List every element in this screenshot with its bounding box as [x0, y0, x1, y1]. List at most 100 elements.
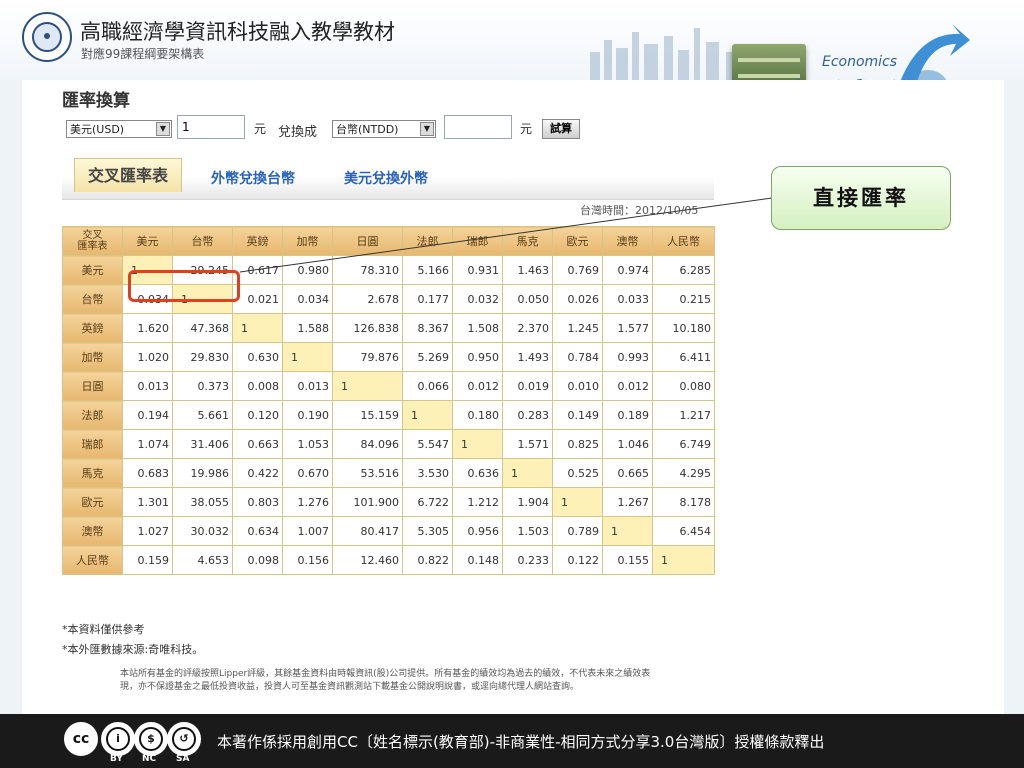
rate-cell: 0.665 — [602, 458, 653, 488]
chevron-down-icon: ▼ — [420, 122, 434, 136]
direct-rate-highlight — [128, 270, 240, 302]
rate-cell: 78.310 — [332, 255, 403, 285]
rate-cell: 1 — [602, 516, 653, 546]
column-header: 日圓 — [332, 226, 403, 256]
rate-cell: 6.411 — [652, 342, 715, 372]
table-row: 加幣 1.020 29.830 0.630 1 79.876 5.269 0.950 1.493… — [62, 342, 715, 372]
table-row: 英鎊 1.620 47.368 1 1.588 126.838 8.367 1.508 2.37… — [62, 313, 715, 343]
rate-cell: 0.803 — [232, 487, 283, 517]
rate-cell: 1.074 — [122, 429, 173, 459]
rate-cell: 0.634 — [232, 516, 283, 546]
rate-cell: 79.876 — [332, 342, 403, 372]
rate-cell: 0.034 — [282, 284, 333, 314]
rate-cell: 1 — [652, 545, 715, 575]
result-unit-label: 元 — [520, 122, 533, 136]
rate-cell: 8.178 — [652, 487, 715, 517]
rate-cell: 6.749 — [652, 429, 715, 459]
rate-cell: 0.974 — [602, 255, 653, 285]
cc-icon: cc — [64, 722, 98, 756]
rate-cell: 53.516 — [332, 458, 403, 488]
rate-cell: 0.789 — [552, 516, 603, 546]
rate-cell: 126.838 — [332, 313, 403, 343]
rate-cell: 0.155 — [602, 545, 653, 575]
rate-cell: 1 — [282, 342, 333, 372]
rate-cell: 0.013 — [282, 371, 333, 401]
rate-cell: 47.368 — [172, 313, 233, 343]
rate-cell: 1.276 — [282, 487, 333, 517]
fund-disclaimer: 本站所有基金的評級按照Lipper評級，其餘基金資料由時報資訊(股)公司提供。所… — [120, 669, 651, 692]
rate-cell: 0.980 — [282, 255, 333, 285]
rate-cell: 0.822 — [402, 545, 453, 575]
amount-unit-label: 元 — [254, 122, 267, 136]
rate-cell: 0.177 — [402, 284, 453, 314]
result-input[interactable] — [444, 115, 512, 139]
rate-cell: 1.027 — [122, 516, 173, 546]
rate-cell: 80.417 — [332, 516, 403, 546]
rate-cell: 0.033 — [602, 284, 653, 314]
rate-cell: 1 — [502, 458, 553, 488]
rate-cell: 1.571 — [502, 429, 553, 459]
to-currency-value: 台幣(NTDD) — [336, 123, 399, 136]
tab-usd-to-foreign[interactable]: 美元兌換外幣 — [344, 168, 428, 188]
rate-cell: 0.670 — [282, 458, 333, 488]
rate-cell: 0.769 — [552, 255, 603, 285]
calculate-button[interactable]: 試算 — [542, 119, 580, 139]
from-currency-value: 美元(USD) — [70, 123, 125, 136]
rate-cell: 0.010 — [552, 371, 603, 401]
rate-cell: 1.463 — [502, 255, 553, 285]
rate-cell: 0.617 — [232, 255, 283, 285]
row-header: 英鎊 — [62, 313, 123, 343]
ministry-seal-icon — [22, 12, 72, 62]
rate-cell: 2.370 — [502, 313, 553, 343]
column-header: 台幣 — [172, 226, 233, 256]
table-row: 馬克 0.683 19.986 0.422 0.670 53.516 3.530 0.636 1… — [62, 458, 715, 488]
rate-cell: 1.046 — [602, 429, 653, 459]
rate-cell: 15.159 — [332, 400, 403, 430]
taiwan-time-label: 台灣時間：2012/10/05 — [580, 204, 699, 217]
rate-cell: 0.233 — [502, 545, 553, 575]
rate-cell: 30.032 — [172, 516, 233, 546]
rate-cell: 0.019 — [502, 371, 553, 401]
column-header: 法郎 — [402, 226, 453, 256]
amount-value: 1 — [182, 120, 190, 134]
header-banner: 高職經濟學資訊科技融入教學教材 對應99課程綱要架構表 Economics 經濟… — [0, 0, 1024, 128]
rate-cell: 0.189 — [602, 400, 653, 430]
page-subtitle: 對應99課程綱要架構表 — [81, 47, 205, 61]
converter-title: 匯率換算 — [62, 91, 130, 111]
rate-cell: 0.026 — [552, 284, 603, 314]
rate-cell: 1 — [552, 487, 603, 517]
license-footer: cc i BY $ NC ↺ SA 本著作係採用創用CC〔姓名標示(教育部)-非… — [0, 714, 1024, 768]
rate-cell: 0.993 — [602, 342, 653, 372]
non-commercial-icon: $ — [134, 722, 168, 756]
rate-cell: 0.180 — [452, 400, 503, 430]
table-header-row: 交叉 匯率表 美元 台幣 英鎊 加幣 日圓 法郎 瑞郎 馬克 歐元 澳幣 人民幣 — [62, 226, 715, 256]
row-header: 台幣 — [62, 284, 123, 314]
rate-cell: 84.096 — [332, 429, 403, 459]
column-header: 加幣 — [282, 226, 333, 256]
rate-cell: 1 — [232, 313, 283, 343]
column-header: 人民幣 — [652, 226, 715, 256]
rate-cell: 1.245 — [552, 313, 603, 343]
table-row: 人民幣 0.159 4.653 0.098 0.156 12.460 0.822 0.148 0… — [62, 545, 715, 575]
row-header: 加幣 — [62, 342, 123, 372]
tab-cross-rate[interactable]: 交叉匯率表 — [74, 158, 182, 192]
rate-cell: 1 — [452, 429, 503, 459]
amount-input[interactable]: 1 — [177, 115, 245, 139]
rate-cell: 0.194 — [122, 400, 173, 430]
column-header: 英鎊 — [232, 226, 283, 256]
rate-cell: 0.149 — [552, 400, 603, 430]
rate-cell: 0.784 — [552, 342, 603, 372]
nc-tag: NC — [142, 754, 157, 764]
rate-cell: 0.080 — [652, 371, 715, 401]
rate-cell: 0.956 — [452, 516, 503, 546]
to-currency-select[interactable]: 台幣(NTDD) ▼ — [332, 120, 436, 138]
row-header: 法郎 — [62, 400, 123, 430]
rate-cell: 1.267 — [602, 487, 653, 517]
tab-foreign-to-twd[interactable]: 外幣兌換台幣 — [211, 168, 295, 188]
from-currency-select[interactable]: 美元(USD) ▼ — [66, 120, 172, 138]
row-header: 馬克 — [62, 458, 123, 488]
rate-cell: 0.012 — [452, 371, 503, 401]
rate-cell: 1.620 — [122, 313, 173, 343]
rate-cell: 0.021 — [232, 284, 283, 314]
rate-cell: 0.636 — [452, 458, 503, 488]
